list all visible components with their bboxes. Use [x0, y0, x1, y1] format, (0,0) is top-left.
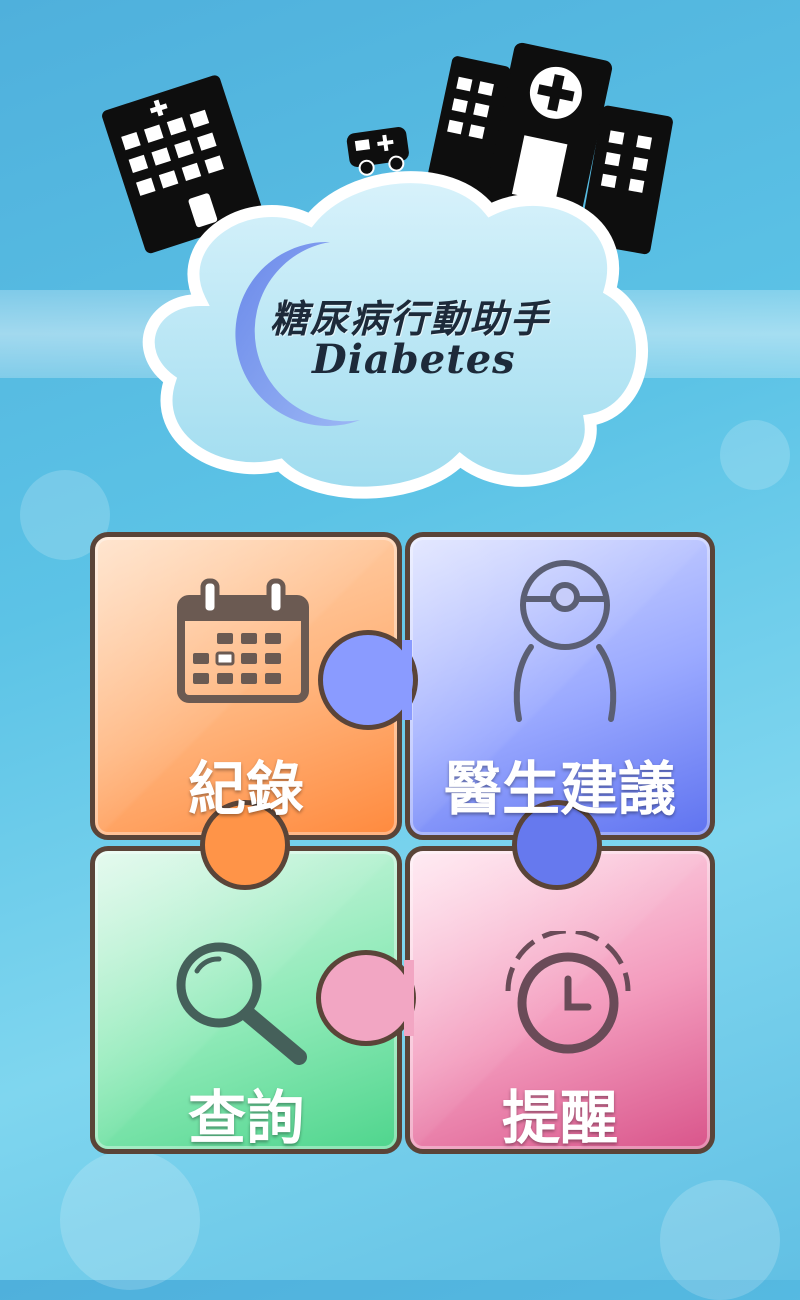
reminder-label: 提醒	[501, 1084, 618, 1152]
puzzle-knob-joint	[522, 836, 592, 848]
calendar-icon	[177, 578, 309, 703]
puzzle-knob-joint	[402, 640, 412, 720]
doctor-icon	[513, 560, 617, 722]
puzzle-knob-joint	[404, 960, 414, 1036]
puzzle-knob	[316, 950, 416, 1046]
clock-icon	[505, 931, 631, 1054]
magnifier-icon	[176, 942, 307, 1065]
app-title-chinese: 糖尿病行動助手	[270, 296, 551, 341]
reminder-button[interactable]: 提醒	[405, 846, 715, 1154]
app-title-english: Diabetes	[312, 336, 516, 383]
bokeh-light	[660, 1180, 780, 1300]
record-label: 紀錄	[187, 755, 304, 823]
bokeh-light	[60, 1150, 200, 1290]
doctor-advice-label: 醫生建議	[443, 755, 676, 823]
search-label: 查詢	[187, 1084, 304, 1152]
puzzle-knob-joint	[210, 836, 280, 848]
app-logo: 糖尿病行動助手 Diabetes	[0, 0, 800, 520]
doctor-advice-button[interactable]: 醫生建議	[405, 532, 715, 840]
